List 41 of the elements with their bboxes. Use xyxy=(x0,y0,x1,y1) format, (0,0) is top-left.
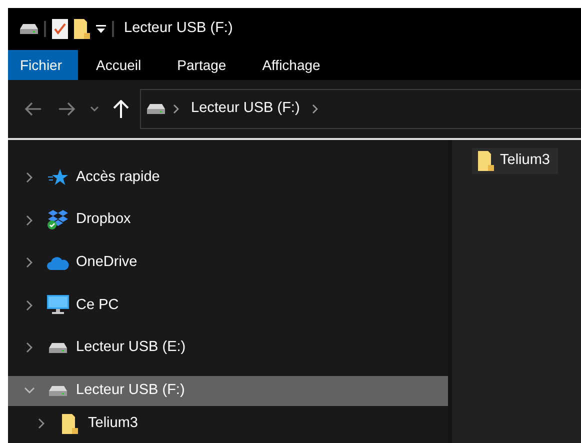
ribbon-tab[interactable]: Fichier xyxy=(8,50,78,80)
cloud-icon xyxy=(47,256,69,270)
checklist-icon[interactable] xyxy=(52,19,68,39)
back-arrow-icon xyxy=(24,102,42,116)
tree-label: Lecteur USB (E:) xyxy=(76,338,186,358)
tree-label: Dropbox xyxy=(76,210,131,230)
window-title: Lecteur USB (F:) xyxy=(124,19,233,38)
star-icon xyxy=(48,168,68,187)
chevron-icon xyxy=(312,104,318,114)
tree-item[interactable]: OneDrive xyxy=(8,248,448,278)
breadcrumb-item[interactable]: Lecteur USB (F:) xyxy=(187,98,304,120)
tree-item[interactable]: Lecteur USB (E:) xyxy=(8,332,448,363)
drive-icon xyxy=(147,104,165,114)
tree-item[interactable]: Lecteur USB (F:) xyxy=(8,376,448,406)
file-name: Telium3 xyxy=(500,151,550,170)
drive-icon xyxy=(20,24,38,34)
file-item[interactable]: Telium3 xyxy=(472,148,558,174)
monitor-icon xyxy=(47,295,69,316)
tree-item[interactable]: Ce PC xyxy=(8,290,448,320)
folder-icon[interactable] xyxy=(74,19,90,39)
ribbon-tab[interactable]: Affichage xyxy=(244,50,338,80)
address-bar[interactable]: Lecteur USB (F:) xyxy=(140,89,581,129)
ribbon-tab[interactable]: Partage xyxy=(159,50,244,80)
chevron-icon xyxy=(173,104,179,114)
dropdown-icon[interactable] xyxy=(96,25,106,33)
tree-label: Lecteur USB (F:) xyxy=(76,380,185,400)
drive-icon xyxy=(49,342,67,353)
up-arrow-icon xyxy=(113,100,129,118)
tree-item[interactable]: Dropbox xyxy=(8,205,448,236)
tree-label: Accès rapide xyxy=(76,168,160,187)
forward-arrow-icon xyxy=(58,102,76,116)
ribbon-tab[interactable]: Accueil xyxy=(78,50,160,80)
tree-item[interactable]: Telium3 xyxy=(8,408,448,439)
tree-label: OneDrive xyxy=(76,252,138,272)
tree-label: Telium3 xyxy=(88,414,138,433)
drive-icon xyxy=(49,386,67,396)
dropbox-icon xyxy=(47,210,69,230)
folder-icon xyxy=(62,414,78,434)
folder-icon xyxy=(478,151,494,171)
tree-item[interactable]: Accès rapide xyxy=(8,162,448,193)
tree-label: Ce PC xyxy=(76,296,119,314)
